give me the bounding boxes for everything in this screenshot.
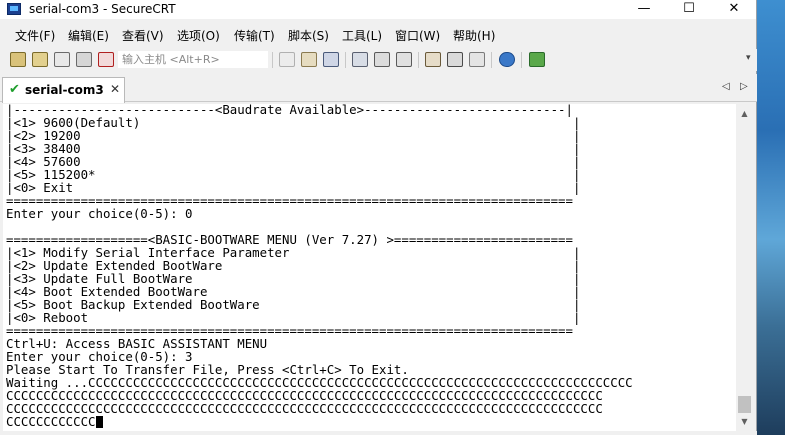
menu-script[interactable]: 脚本(S) bbox=[288, 27, 329, 44]
desktop-background bbox=[757, 0, 785, 435]
title-bar: serial-com3 - SecureCRT — ☐ ✕ bbox=[0, 0, 756, 19]
toolbar-separator bbox=[272, 52, 273, 68]
securecrt-window: serial-com3 - SecureCRT — ☐ ✕ 文件(F) 编辑(E… bbox=[0, 0, 757, 435]
terminal-output: |---------------------------<Baudrate Av… bbox=[3, 104, 736, 428]
menu-edit[interactable]: 编辑(E) bbox=[68, 27, 109, 44]
paste-icon[interactable] bbox=[301, 52, 317, 67]
terminal-last-line: CCCCCCCCCCCC bbox=[6, 414, 96, 429]
tab-label: serial-com3 bbox=[25, 83, 104, 97]
tab-bar: ✔ serial-com3 ✕ ◁ ▷ bbox=[0, 74, 757, 103]
toolbar-separator bbox=[418, 52, 419, 68]
menu-bar: 文件(F) 编辑(E) 查看(V) 选项(O) 传输(T) 脚本(S) 工具(L… bbox=[0, 19, 756, 49]
tab-close-icon[interactable]: ✕ bbox=[110, 82, 120, 96]
vertical-scrollbar[interactable]: ▲ ▼ bbox=[736, 104, 753, 431]
disconnect-icon[interactable] bbox=[98, 52, 114, 67]
toolbar-overflow-icon[interactable]: ▾ bbox=[746, 53, 751, 63]
print-selection-icon[interactable] bbox=[374, 52, 390, 67]
toolbar-separator bbox=[345, 52, 346, 68]
print-setup-icon[interactable] bbox=[396, 52, 412, 67]
terminal-line: Enter your choice(0-5): 0 bbox=[6, 206, 193, 221]
close-window-button[interactable]: ✕ bbox=[711, 0, 757, 19]
keymap-icon[interactable] bbox=[469, 52, 485, 67]
command-window-icon[interactable] bbox=[529, 52, 545, 67]
menu-help[interactable]: 帮助(H) bbox=[453, 27, 495, 44]
menu-view[interactable]: 查看(V) bbox=[122, 27, 164, 44]
scroll-up-arrow-icon[interactable]: ▲ bbox=[736, 107, 753, 121]
session-options-icon[interactable] bbox=[425, 52, 441, 67]
find-icon[interactable] bbox=[323, 52, 339, 67]
quick-connect-icon[interactable] bbox=[32, 52, 48, 67]
tab-serial-com3[interactable]: ✔ serial-com3 ✕ bbox=[2, 77, 125, 103]
help-icon[interactable] bbox=[499, 52, 515, 67]
terminal-screen[interactable]: |---------------------------<Baudrate Av… bbox=[3, 104, 736, 431]
tab-scroll-right-icon[interactable]: ▷ bbox=[740, 81, 748, 92]
text-cursor bbox=[95, 416, 103, 428]
maximize-button[interactable]: ☐ bbox=[666, 0, 712, 19]
menu-transfer[interactable]: 传输(T) bbox=[234, 27, 275, 44]
copy-icon[interactable] bbox=[279, 52, 295, 67]
connect-in-tab-icon[interactable] bbox=[54, 52, 70, 67]
terminal-lines: |---------------------------<Baudrate Av… bbox=[6, 104, 633, 416]
toolbar-separator bbox=[491, 52, 492, 68]
scroll-down-arrow-icon[interactable]: ▼ bbox=[736, 415, 753, 429]
menu-tools[interactable]: 工具(L) bbox=[342, 27, 382, 44]
status-bar bbox=[0, 431, 757, 435]
reconnect-icon[interactable] bbox=[76, 52, 92, 67]
menu-options[interactable]: 选项(O) bbox=[177, 27, 220, 44]
quick-connect-input[interactable]: 输入主机 <Alt+R> bbox=[118, 51, 268, 68]
connected-check-icon: ✔ bbox=[9, 82, 20, 97]
menu-file[interactable]: 文件(F) bbox=[15, 27, 55, 44]
connect-icon[interactable] bbox=[10, 52, 26, 67]
menu-window[interactable]: 窗口(W) bbox=[395, 27, 440, 44]
securecrt-app-icon bbox=[7, 3, 21, 15]
minimize-button[interactable]: — bbox=[621, 0, 667, 19]
global-options-icon[interactable] bbox=[447, 52, 463, 67]
tab-scroll-left-icon[interactable]: ◁ bbox=[722, 81, 730, 92]
toolbar: 输入主机 <Alt+R> ▾ bbox=[0, 49, 757, 71]
window-title: serial-com3 - SecureCRT bbox=[29, 2, 176, 16]
scrollbar-thumb[interactable] bbox=[738, 396, 751, 413]
print-icon[interactable] bbox=[352, 52, 368, 67]
toolbar-separator bbox=[521, 52, 522, 68]
